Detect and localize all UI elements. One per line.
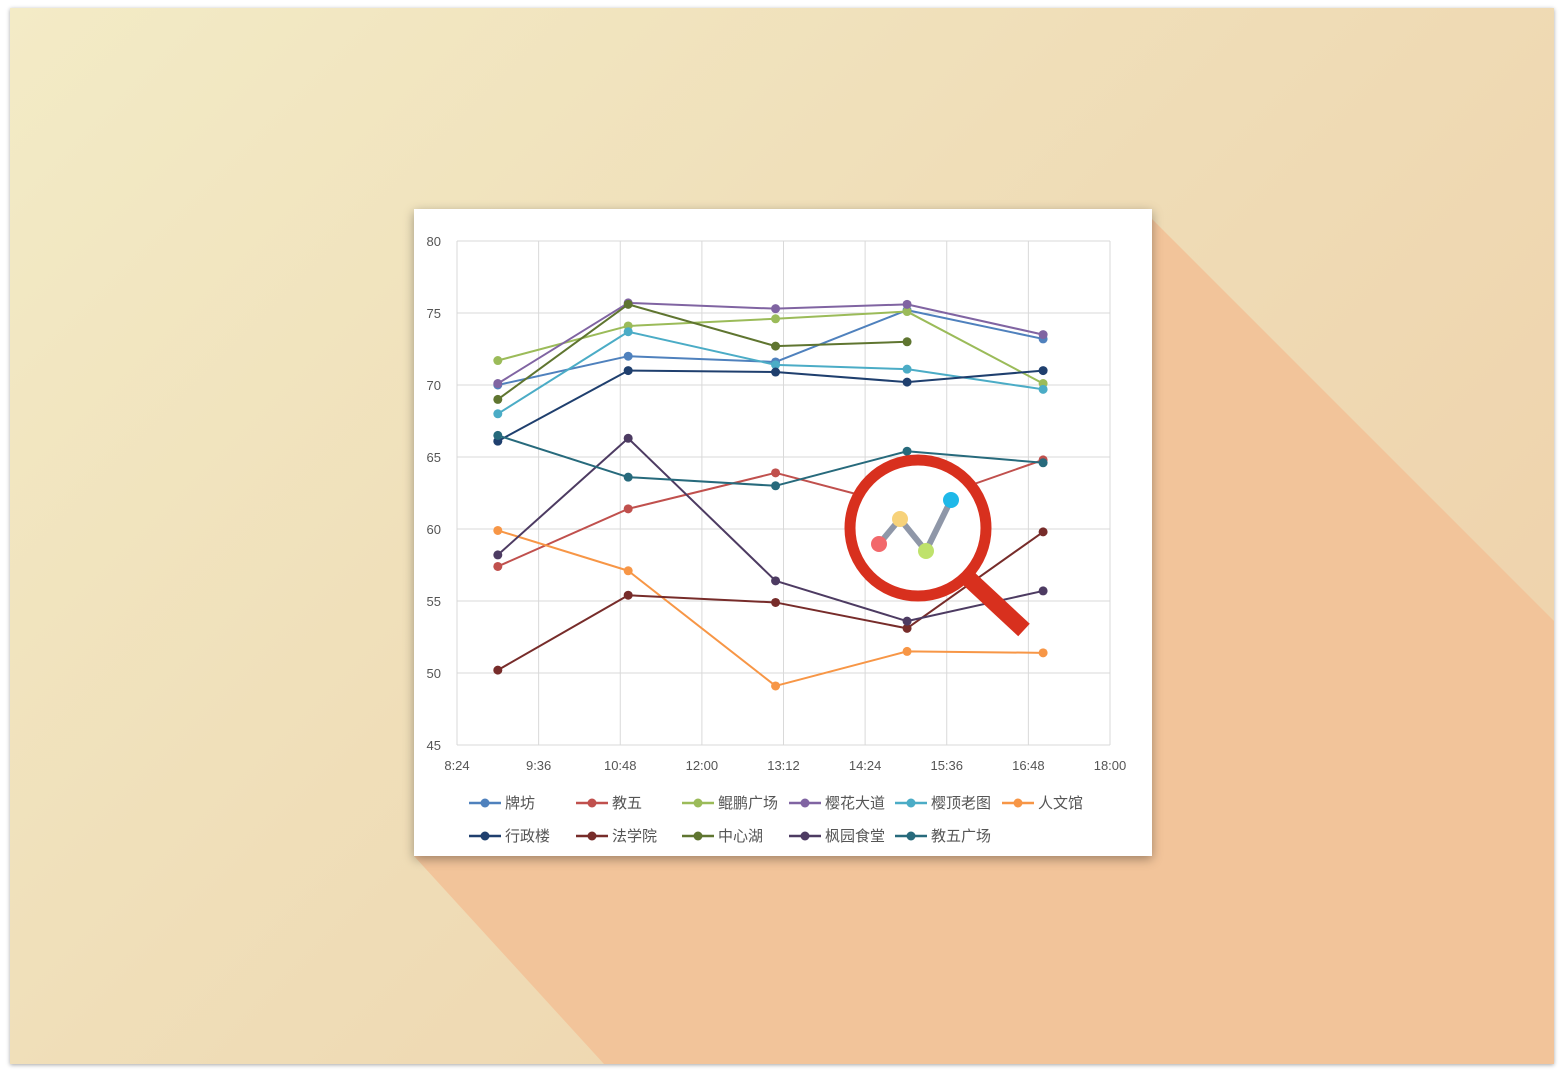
magnifier-dot [871,536,887,552]
magnifier-dot [943,492,959,508]
magnifier-dot [918,543,934,559]
chart-card: 80 75 70 65 60 55 50 45 8:24 9:36 10:48 12:00 13:12… [414,209,1152,856]
slide-background: 80 75 70 65 60 55 50 45 8:24 9:36 10:48 12:00 13:12… [10,8,1554,1064]
magnifier-dot [892,511,908,527]
magnifier-lens [844,454,992,602]
line-chart-search-icon [844,454,1030,637]
magnifier-handle [961,570,1030,637]
